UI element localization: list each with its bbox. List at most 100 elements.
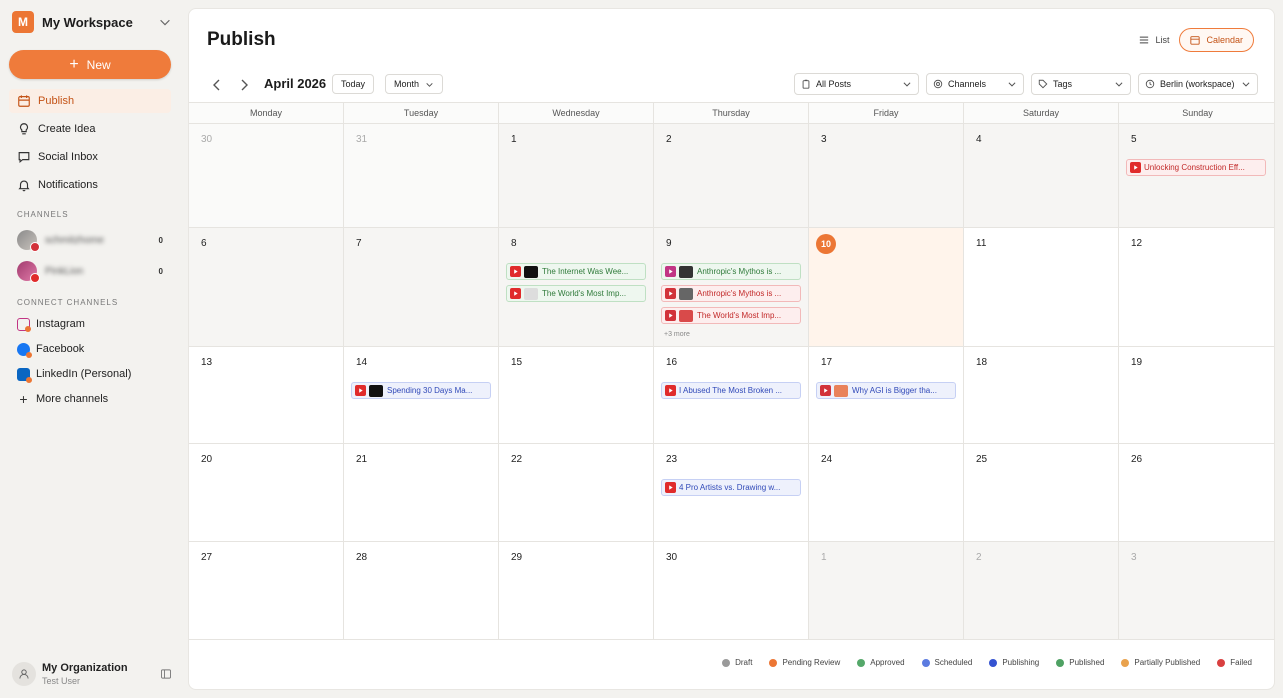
posts-filter-select[interactable]: All Posts: [794, 73, 919, 95]
calendar-day-cell[interactable]: 19: [1119, 347, 1274, 444]
chevron-down-icon: [426, 82, 433, 87]
calendar-day-cell[interactable]: 30: [654, 542, 809, 640]
sidebar-item-notifications[interactable]: Notifications: [9, 173, 171, 197]
calendar-day-cell[interactable]: 24: [809, 444, 964, 542]
calendar-day-cell[interactable]: 10: [809, 228, 964, 347]
plus-icon: +: [19, 390, 28, 407]
channel-item[interactable]: PinkLion 0: [17, 260, 163, 283]
chevron-left-icon[interactable]: [209, 77, 225, 93]
post-event[interactable]: I Abused The Most Broken ...: [661, 382, 801, 399]
chevron-down-icon: [1115, 82, 1123, 87]
sidebar-item-create-idea[interactable]: Create Idea: [9, 117, 171, 141]
pinterest-icon: [665, 310, 676, 321]
calendar-day-cell[interactable]: 9 Anthropic's Mythos is ... Anthropic's My…: [654, 228, 809, 347]
calendar-day-cell[interactable]: 2: [964, 542, 1119, 640]
post-event[interactable]: Why AGI is Bigger tha...: [816, 382, 956, 399]
calendar-day-cell[interactable]: 13: [189, 347, 344, 444]
post-event[interactable]: Anthropic's Mythos is ...: [661, 263, 801, 280]
calendar-day-cell[interactable]: 26: [1119, 444, 1274, 542]
calendar-day-cell[interactable]: 8 The Internet Was Wee... The World's Most…: [499, 228, 654, 347]
post-event[interactable]: The Internet Was Wee...: [506, 263, 646, 280]
calendar-day-cell[interactable]: 21: [344, 444, 499, 542]
calendar-day-cell[interactable]: 31: [344, 124, 499, 228]
post-title: The World's Most Imp...: [697, 311, 782, 320]
channel-item[interactable]: schmitzhome 0: [17, 229, 163, 252]
day-number: 6: [201, 238, 207, 249]
today-button[interactable]: Today: [332, 74, 375, 94]
range-select[interactable]: Month: [385, 74, 444, 94]
more-channels[interactable]: + More channels: [17, 390, 108, 408]
post-thumbnail: [524, 287, 538, 300]
calendar-day-cell[interactable]: 25: [964, 444, 1119, 542]
post-event[interactable]: Spending 30 Days Ma...: [351, 382, 491, 399]
calendar-day-cell[interactable]: 1: [499, 124, 654, 228]
day-number: 8: [511, 238, 517, 249]
calendar-day-cell[interactable]: 16 I Abused The Most Broken ...: [654, 347, 809, 444]
sidebar-item-publish[interactable]: Publish: [9, 89, 171, 113]
lightbulb-icon: [19, 123, 29, 135]
day-number: 2: [976, 552, 982, 563]
calendar-day-cell[interactable]: 4: [964, 124, 1119, 228]
calendar-day-cell[interactable]: 15: [499, 347, 654, 444]
calendar-day-cell[interactable]: 29: [499, 542, 654, 640]
calendar-day-cell[interactable]: 27: [189, 542, 344, 640]
post-event[interactable]: Anthropic's Mythos is ...: [661, 285, 801, 302]
calendar-day-cell[interactable]: 5 Unlocking Construction Eff...: [1119, 124, 1274, 228]
clock-icon: [1145, 79, 1155, 89]
channels-filter-select[interactable]: Channels: [926, 73, 1024, 95]
calendar-day-cell[interactable]: 1: [809, 542, 964, 640]
connect-facebook[interactable]: Facebook: [17, 340, 84, 358]
legend-label: Partially Published: [1134, 658, 1201, 667]
post-event[interactable]: The World's Most Imp...: [506, 285, 646, 302]
day-number: 19: [1131, 357, 1143, 368]
day-number: 3: [821, 134, 827, 145]
collapse-sidebar-icon[interactable]: [160, 668, 172, 680]
today-day-number: 10: [816, 234, 836, 254]
day-number: 18: [976, 357, 988, 368]
day-number: 14: [356, 357, 368, 368]
connect-instagram[interactable]: Instagram: [17, 315, 85, 333]
day-number: 22: [511, 454, 523, 465]
calendar-day-cell[interactable]: 28: [344, 542, 499, 640]
new-button[interactable]: + New: [9, 50, 171, 79]
calendar-day-cell[interactable]: 2: [654, 124, 809, 228]
timezone-select[interactable]: Berlin (workspace): [1138, 73, 1258, 95]
chevron-right-icon[interactable]: [236, 77, 252, 93]
calendar-day-cell[interactable]: 14 Spending 30 Days Ma...: [344, 347, 499, 444]
calendar-day-cell[interactable]: 23 4 Pro Artists vs. Drawing w...: [654, 444, 809, 542]
calendar-day-cell[interactable]: 7: [344, 228, 499, 347]
sidebar-item-social-inbox[interactable]: Social Inbox: [9, 145, 171, 169]
calendar-day-cell[interactable]: 18: [964, 347, 1119, 444]
post-event[interactable]: The World's Most Imp...: [661, 307, 801, 324]
pinterest-icon: [665, 288, 676, 299]
calendar-day-cell[interactable]: 12: [1119, 228, 1274, 347]
workspace-switcher[interactable]: M My Workspace: [12, 10, 172, 34]
legend-dot: [722, 658, 731, 667]
calendar-day-cell[interactable]: 20: [189, 444, 344, 542]
new-button-label: New: [86, 57, 111, 72]
calendar-day-cell[interactable]: 17 Why AGI is Bigger tha...: [809, 347, 964, 444]
calendar-day-cell[interactable]: 22: [499, 444, 654, 542]
sidebar-item-label: Social Inbox: [38, 151, 98, 163]
workspace-name: My Workspace: [42, 14, 133, 30]
connect-linkedin[interactable]: LinkedIn (Personal): [17, 365, 131, 383]
calendar-day-cell[interactable]: 30: [189, 124, 344, 228]
chevron-down-icon: [1242, 82, 1250, 87]
legend-item: Published: [1056, 658, 1104, 667]
more-events-link[interactable]: +3 more: [664, 331, 690, 338]
tags-filter-select[interactable]: Tags: [1031, 73, 1131, 95]
calendar-day-cell[interactable]: 6: [189, 228, 344, 347]
calendar-day-cell[interactable]: 11: [964, 228, 1119, 347]
post-thumbnail: [834, 384, 848, 397]
linkedin-icon: [17, 367, 32, 383]
page-title: Publish: [207, 29, 276, 50]
calendar-day-cell[interactable]: 3: [809, 124, 964, 228]
post-event[interactable]: Unlocking Construction Eff...: [1126, 159, 1266, 176]
calendar-day-cell[interactable]: 3: [1119, 542, 1274, 640]
range-label: Month: [394, 79, 420, 89]
calendar-view-button[interactable]: Calendar: [1179, 28, 1254, 52]
post-event[interactable]: 4 Pro Artists vs. Drawing w...: [661, 479, 801, 496]
list-view-button[interactable]: List: [1129, 28, 1179, 52]
organization-switcher[interactable]: My Organization Test User: [12, 660, 172, 688]
day-number: 16: [666, 357, 678, 368]
